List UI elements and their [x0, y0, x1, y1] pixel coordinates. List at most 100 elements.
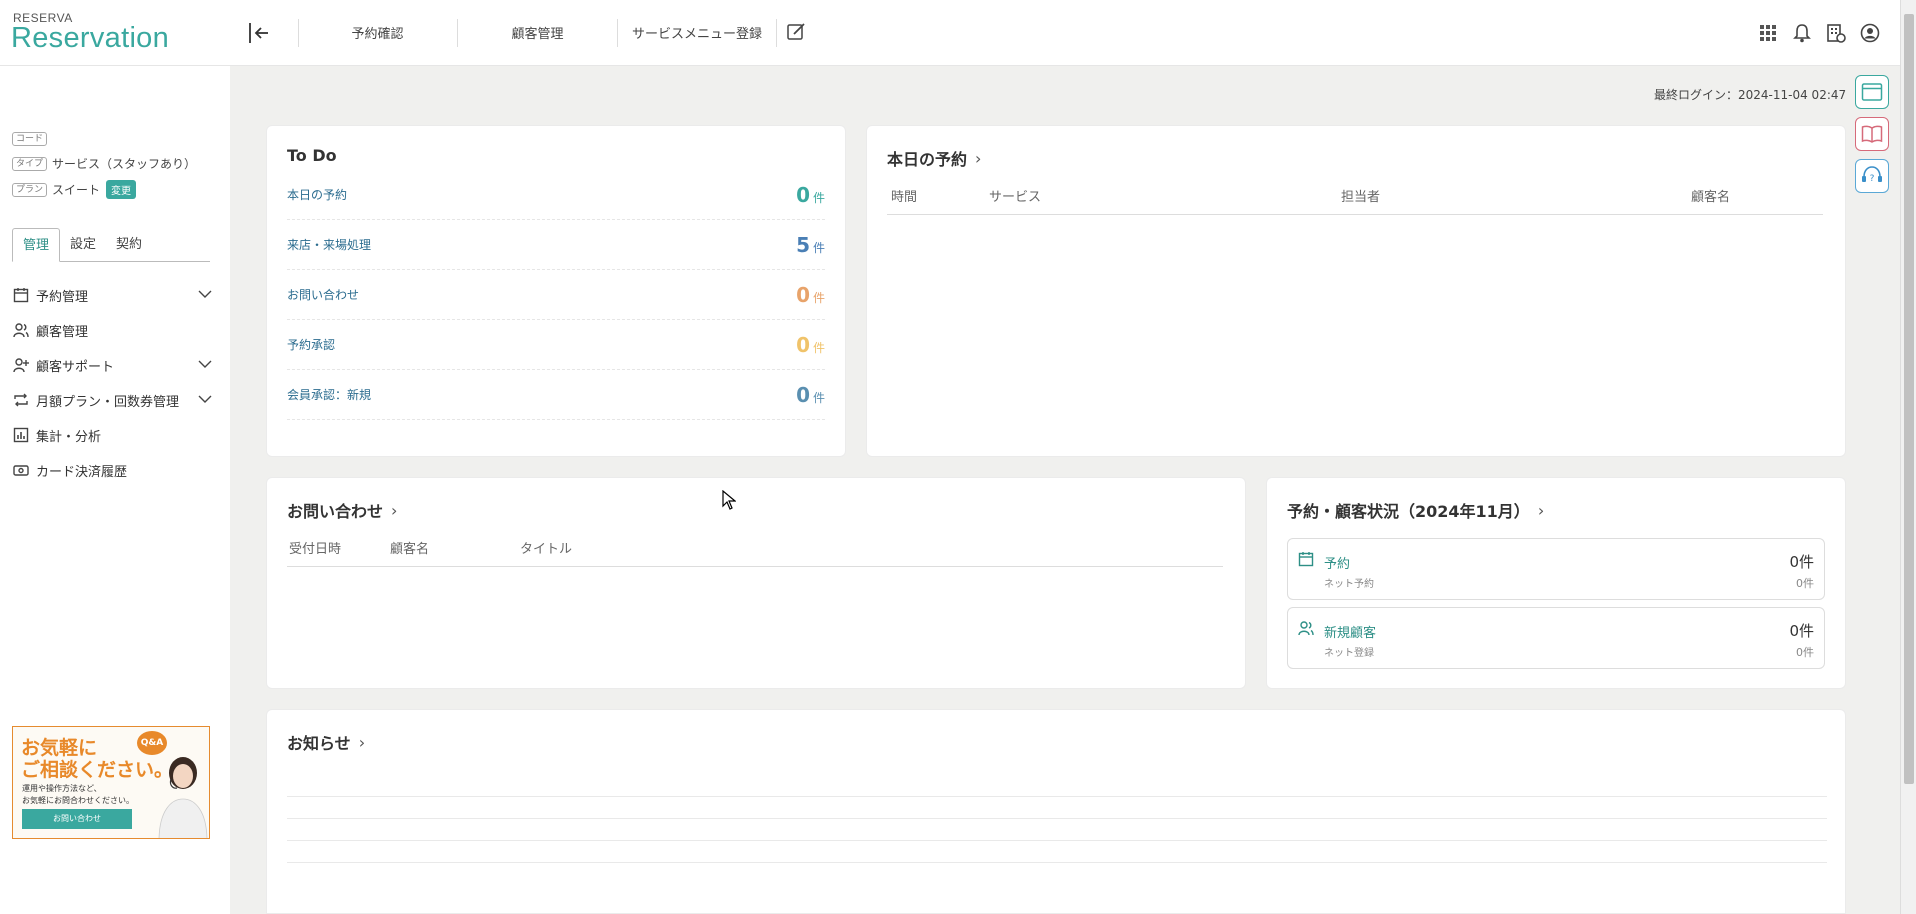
today-reservations-card: 本日の予約 › 時間 サービス 担当者 顧客名: [866, 125, 1846, 457]
nav-reservation-check[interactable]: 予約確認: [320, 23, 435, 42]
today-title[interactable]: 本日の予約: [887, 146, 967, 170]
sidebar-item-monthly-plan[interactable]: 月額プラン・回数券管理: [12, 387, 212, 413]
code-tag: コード: [12, 132, 48, 146]
browser-tool-button[interactable]: [1855, 75, 1889, 109]
inquiry-title[interactable]: お問い合わせ: [287, 498, 383, 522]
last-login: 最終ログイン：2024-11-04 02:47: [1654, 88, 1847, 102]
todo-row[interactable]: 会員承認：新規 0 件: [287, 370, 825, 420]
todo-count-unit: 件: [812, 340, 825, 355]
todo-label[interactable]: 来店・来場処理: [287, 236, 371, 253]
page-scrollbar[interactable]: [1900, 0, 1916, 914]
column-header-received: 受付日時: [289, 542, 342, 557]
status-title[interactable]: 予約・顧客状況（2024年11月）: [1287, 498, 1530, 522]
status-label: 予約: [1324, 557, 1351, 572]
plan-row: プラン スイート 変更: [12, 180, 137, 199]
sidebar-item-label: 顧客サポート: [36, 359, 115, 375]
todo-count-unit: 件: [812, 240, 825, 255]
todo-row[interactable]: 予約承認 0 件: [287, 320, 825, 370]
nav-separator: [298, 19, 299, 47]
account-icon[interactable]: [1858, 21, 1882, 45]
sidebar-item-customer-management[interactable]: 顧客管理: [12, 317, 212, 343]
chevron-right-icon[interactable]: ›: [391, 501, 397, 520]
new-customer-status-box[interactable]: 新規顧客 ネット登録 0件 0件: [1287, 607, 1825, 669]
card-title[interactable]: お問い合わせ ›: [287, 498, 397, 522]
tab-contract[interactable]: 契約: [106, 228, 152, 261]
chevron-down-icon[interactable]: [198, 287, 212, 301]
status-value: 0件: [1789, 622, 1814, 640]
type-row: タイプ サービス（スタッフあり）: [12, 155, 196, 172]
todo-card: To Do 本日の予約 0 件来店・来場処理 5 件お問い合わせ 0 件予約承認 0 件会員承認…: [266, 125, 846, 457]
user-support-icon: [12, 356, 30, 374]
table-header-divider: [887, 214, 1823, 215]
news-row-divider: [287, 840, 1827, 841]
todo-count-number: 0: [796, 282, 810, 307]
news-title[interactable]: お知らせ: [287, 730, 351, 754]
banner-sub-line1: 運用や操作方法など、: [22, 784, 102, 793]
code-row: コード: [12, 132, 52, 146]
nav-customer-management[interactable]: 顧客管理: [480, 23, 595, 42]
card-title: To Do: [287, 146, 337, 165]
todo-label[interactable]: お問い合わせ: [287, 286, 359, 303]
grid-icon[interactable]: [1756, 21, 1780, 45]
todo-count-number: 0: [796, 382, 810, 407]
todo-count[interactable]: 5件: [796, 233, 825, 257]
todo-label[interactable]: 会員承認：新規: [287, 386, 371, 403]
nav-service-menu-register[interactable]: サービスメニュー登録: [628, 23, 766, 42]
brand-logo[interactable]: Reservation: [11, 22, 169, 55]
status-sub-value: 0件: [1796, 646, 1814, 659]
news-row-divider: [287, 796, 1827, 797]
collapse-sidebar-button[interactable]: [246, 18, 274, 48]
manual-tool-button[interactable]: [1855, 117, 1889, 151]
chevron-right-icon[interactable]: ›: [359, 733, 365, 752]
status-sub-label: ネット予約: [1324, 579, 1374, 590]
top-bar: RESERVA Reservation 予約確認 顧客管理 サービスメニュー登録: [0, 0, 1900, 66]
status-label: 新規顧客: [1324, 626, 1377, 641]
tab-management[interactable]: 管理: [12, 228, 61, 262]
help-tool-button[interactable]: ?: [1855, 159, 1889, 193]
todo-row[interactable]: お問い合わせ 0 件: [287, 270, 825, 320]
column-header-customer: 顧客名: [1691, 190, 1731, 205]
card-title[interactable]: 本日の予約 ›: [887, 146, 981, 170]
sidebar-tabs: 管理 設定 契約: [12, 228, 210, 262]
sidebar-item-card-payment-history[interactable]: カード決済履歴: [12, 457, 212, 483]
todo-row[interactable]: 来店・来場処理 5 件: [287, 220, 825, 270]
todo-count[interactable]: 0件: [796, 183, 825, 207]
support-banner[interactable]: お気軽に ご相談ください。 運用や操作方法など、 お気軽にお問合わせください。 …: [12, 726, 210, 839]
store-settings-icon[interactable]: [1824, 21, 1848, 45]
plan-change-button[interactable]: 変更: [106, 180, 137, 199]
book-icon: [1861, 125, 1883, 143]
scrollbar-thumb[interactable]: [1904, 14, 1914, 784]
status-sub-label: ネット登録: [1324, 648, 1374, 659]
reservation-status-box[interactable]: 予約 ネット予約 0件 0件: [1287, 538, 1825, 600]
tab-settings[interactable]: 設定: [60, 228, 106, 261]
plan-tag: プラン: [12, 182, 48, 197]
todo-count[interactable]: 0件: [796, 333, 825, 357]
card-title[interactable]: 予約・顧客状況（2024年11月） ›: [1287, 498, 1544, 522]
edit-nav-button[interactable]: [784, 20, 808, 44]
sidebar-item-customer-support[interactable]: 顧客サポート: [12, 352, 212, 378]
collapse-arrow-icon: [249, 23, 268, 43]
chevron-down-icon[interactable]: [198, 392, 212, 406]
todo-label[interactable]: 本日の予約: [287, 186, 347, 203]
banner-contact-button[interactable]: お問い合わせ: [22, 809, 132, 829]
users-icon: [1298, 621, 1314, 636]
calendar-icon: [1298, 552, 1314, 567]
sidebar-item-reservation-management[interactable]: 予約管理: [12, 282, 212, 308]
table-header-divider: [287, 566, 1223, 567]
column-header-staff: 担当者: [1341, 190, 1381, 205]
chevron-right-icon[interactable]: ›: [975, 149, 981, 168]
sidebar: コード タイプ サービス（スタッフあり） プラン スイート 変更 管理 設定 契…: [0, 66, 230, 914]
chevron-right-icon[interactable]: ›: [1538, 501, 1544, 520]
news-row-divider: [287, 818, 1827, 819]
todo-label[interactable]: 予約承認: [287, 336, 335, 353]
column-header-service: サービス: [989, 190, 1042, 205]
help-headset-icon: ?: [1862, 166, 1882, 184]
sidebar-item-analytics[interactable]: 集計・分析: [12, 422, 212, 448]
card-title[interactable]: お知らせ ›: [287, 730, 365, 754]
chevron-down-icon[interactable]: [198, 357, 212, 371]
todo-row[interactable]: 本日の予約 0 件: [287, 170, 825, 220]
todo-count[interactable]: 0件: [796, 283, 825, 307]
column-header-customer: 顧客名: [390, 542, 430, 557]
todo-count[interactable]: 0件: [796, 383, 825, 407]
bell-icon[interactable]: [1790, 21, 1814, 45]
